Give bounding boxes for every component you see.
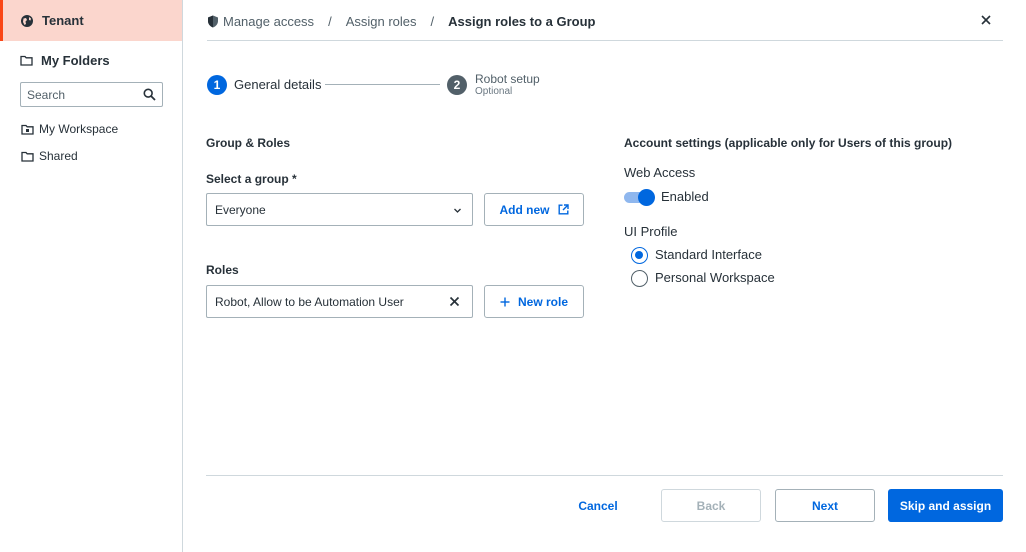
workspace-folder-icon [21, 124, 34, 135]
group-roles-title: Group & Roles [206, 136, 291, 150]
add-new-label: Add new [499, 202, 550, 217]
back-button: Back [661, 489, 761, 522]
sidebar-item-my-folders[interactable]: My Folders [20, 53, 110, 68]
new-role-label: New role [517, 294, 568, 309]
external-link-icon [558, 204, 569, 215]
radio-personal-workspace[interactable] [631, 270, 648, 287]
breadcrumb-manage-access[interactable]: Manage access [223, 14, 314, 29]
web-access-toggle[interactable] [624, 189, 655, 206]
stepper-connector [325, 84, 440, 85]
breadcrumb-current: Assign roles to a Group [448, 13, 596, 29]
sidebar-item-label: My Workspace [39, 122, 119, 136]
step-2-label: Robot setup [475, 72, 540, 86]
sidebar-item-label: Shared [39, 149, 78, 163]
group-select-value: Everyone [215, 202, 266, 217]
add-new-group-button[interactable]: Add new [484, 193, 584, 226]
cancel-button[interactable]: Cancel [564, 489, 632, 522]
standard-interface-label[interactable]: Standard Interface [655, 247, 762, 262]
close-button[interactable] [978, 12, 994, 28]
personal-workspace-label[interactable]: Personal Workspace [655, 270, 775, 285]
select-group-label: Select a group * [206, 172, 297, 186]
toggle-thumb [638, 189, 655, 206]
globe-icon [20, 14, 34, 28]
clear-icon[interactable] [449, 296, 460, 307]
account-settings-title: Account settings (applicable only for Us… [624, 136, 953, 150]
sidebar-item-my-workspace[interactable]: My Workspace [21, 122, 118, 136]
sidebar-item-tenant[interactable]: Tenant [0, 0, 182, 41]
skip-and-assign-button[interactable]: Skip and assign [888, 489, 1003, 522]
header-divider [207, 40, 1003, 41]
search-input[interactable] [27, 87, 137, 102]
chevron-down-icon [453, 206, 462, 215]
radio-standard-interface[interactable] [631, 247, 648, 264]
breadcrumb-separator: / [328, 13, 332, 29]
group-select[interactable]: Everyone [206, 193, 473, 226]
sidebar-item-shared[interactable]: Shared [21, 149, 78, 163]
plus-icon [500, 297, 510, 307]
folder-icon [21, 151, 34, 162]
new-role-button[interactable]: New role [484, 285, 584, 318]
search-icon[interactable] [143, 88, 156, 101]
ui-profile-label: UI Profile [624, 224, 678, 239]
roles-label: Roles [206, 263, 239, 277]
web-access-label: Web Access [624, 165, 696, 180]
sidebar: Tenant My Folders My Workspace Shared [0, 0, 183, 552]
step-1-indicator: 1 [207, 75, 227, 95]
folder-icon [20, 55, 33, 66]
roles-field[interactable]: Robot, Allow to be Automation User [206, 285, 473, 318]
breadcrumb-separator: / [430, 13, 435, 29]
breadcrumb-assign-roles[interactable]: Assign roles [346, 14, 417, 29]
tenant-label: Tenant [42, 13, 84, 28]
next-button[interactable]: Next [775, 489, 875, 522]
shield-icon [207, 15, 219, 28]
web-access-state: Enabled [661, 189, 709, 204]
close-icon [981, 15, 991, 25]
footer-divider [206, 475, 1003, 476]
step-2-sublabel: Optional [475, 86, 513, 97]
step-1-label: General details [234, 77, 322, 92]
breadcrumb: Manage access / Assign roles / Assign ro… [207, 12, 595, 30]
step-2-indicator: 2 [447, 75, 467, 95]
my-folders-label: My Folders [41, 53, 110, 68]
roles-value: Robot, Allow to be Automation User [215, 294, 404, 309]
sidebar-search [20, 82, 163, 107]
